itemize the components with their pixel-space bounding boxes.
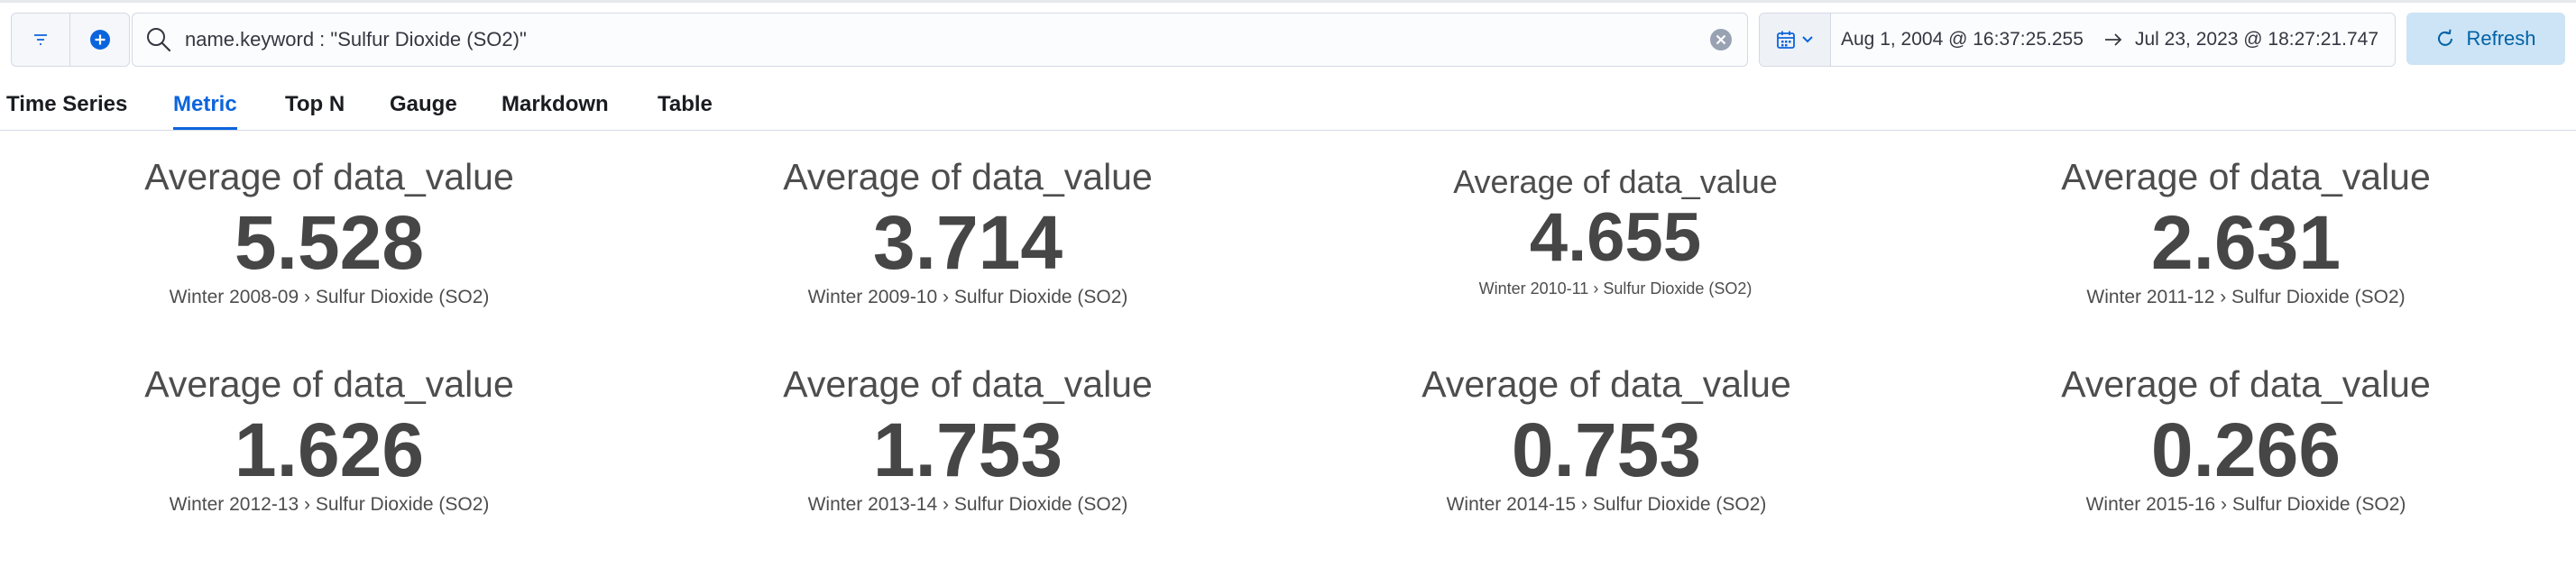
metric-panel: Average of data_value 1.753 Winter 2013-… [742, 362, 1193, 517]
metric-panel: Average of data_value 3.714 Winter 2009-… [742, 155, 1193, 310]
metric-subtitle: Winter 2009-10 › Sulfur Dioxide (SO2) [807, 287, 1128, 307]
quick-date-menu-button[interactable] [1760, 14, 1831, 66]
metric-title: Average of data_value [2061, 156, 2431, 197]
metric-subtitle: Winter 2012-13 › Sulfur Dioxide (SO2) [169, 494, 490, 515]
end-date-button[interactable]: Jul 23, 2023 @ 18:27:21.747 [2135, 14, 2378, 66]
metric-panel: Average of data_value 0.266 Winter 2015-… [2020, 362, 2471, 517]
metric-title: Average of data_value [144, 363, 514, 405]
refresh-icon [2438, 29, 2453, 46]
metric-subtitle: Winter 2015-16 › Sulfur Dioxide (SO2) [2085, 494, 2406, 515]
search-input[interactable]: name.keyword : "Sulfur Dioxide (SO2)" [132, 13, 1748, 67]
metric-panel: Average of data_value 0.753 Winter 2014-… [1381, 362, 1832, 517]
plus-circle-icon [89, 30, 110, 50]
tab-metric[interactable]: Metric [173, 83, 237, 130]
metric-title: Average of data_value [1453, 163, 1778, 200]
filter-options-button[interactable] [12, 14, 69, 66]
tab-time-series[interactable]: Time Series [6, 83, 127, 128]
metric-value: 0.266 [2150, 407, 2341, 492]
top-border [0, 0, 2576, 3]
chevron-down-icon [1802, 36, 1813, 43]
tab-gauge[interactable]: Gauge [390, 83, 457, 128]
metric-subtitle: Winter 2008-09 › Sulfur Dioxide (SO2) [169, 287, 490, 307]
metric-subtitle: Winter 2011-12 › Sulfur Dioxide (SO2) [2086, 287, 2406, 307]
clear-icon[interactable] [1709, 28, 1733, 51]
metric-title: Average of data_value [783, 363, 1153, 405]
arrow-right-icon [2105, 33, 2122, 46]
search-icon [147, 28, 171, 52]
metric-subtitle: Winter 2013-14 › Sulfur Dioxide (SO2) [807, 494, 1128, 515]
query-bar: name.keyword : "Sulfur Dioxide (SO2)" Au… [0, 13, 2576, 67]
add-filter-button[interactable] [70, 14, 129, 66]
date-picker: Aug 1, 2004 @ 16:37:25.255 Jul 23, 2023 … [1759, 13, 2396, 67]
start-date-button[interactable]: Aug 1, 2004 @ 16:37:25.255 [1841, 14, 2084, 66]
refresh-label: Refresh [2466, 27, 2536, 50]
metric-panel: Average of data_value 4.655 Winter 2010-… [1390, 162, 1841, 299]
metric-title: Average of data_value [2061, 363, 2431, 405]
visualization-tabs: Time Series Metric Top N Gauge Markdown … [0, 83, 2576, 131]
calendar-icon [1777, 31, 1795, 49]
filter-button-group [11, 13, 130, 67]
metric-value: 0.753 [1511, 407, 1702, 492]
metric-panel: Average of data_value 1.626 Winter 2012-… [104, 362, 555, 517]
metric-value: 1.626 [234, 407, 425, 492]
metric-title: Average of data_value [783, 156, 1153, 197]
metric-value: 4.655 [1529, 199, 1702, 276]
tab-top-n[interactable]: Top N [285, 83, 345, 128]
metric-value: 3.714 [872, 200, 1063, 285]
search-query-text: name.keyword : "Sulfur Dioxide (SO2)" [185, 28, 527, 50]
metric-panel: Average of data_value 2.631 Winter 2011-… [2020, 155, 2471, 310]
metric-value: 1.753 [872, 407, 1063, 492]
refresh-button[interactable]: Refresh [2406, 13, 2565, 65]
tab-table[interactable]: Table [658, 83, 713, 128]
metric-panel: Average of data_value 5.528 Winter 2008-… [104, 155, 555, 310]
metric-value: 5.528 [234, 200, 425, 285]
metric-value: 2.631 [2150, 200, 2341, 285]
metric-subtitle: Winter 2014-15 › Sulfur Dioxide (SO2) [1446, 494, 1767, 515]
tab-markdown[interactable]: Markdown [501, 83, 609, 128]
filter-icon [34, 34, 47, 45]
metric-title: Average of data_value [1421, 363, 1791, 405]
metric-subtitle: Winter 2010-11 › Sulfur Dioxide (SO2) [1478, 279, 1753, 298]
metric-title: Average of data_value [144, 156, 514, 197]
